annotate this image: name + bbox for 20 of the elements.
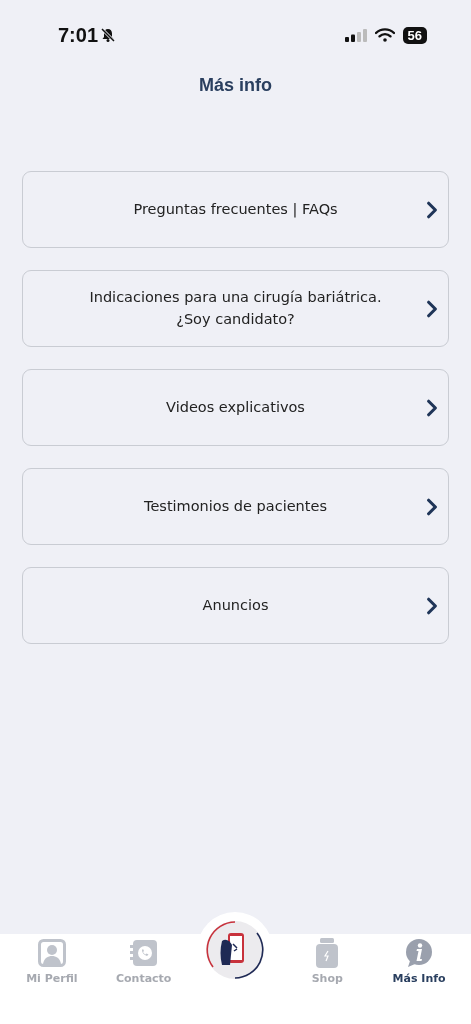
jar-icon: [315, 938, 340, 968]
wifi-icon: [374, 28, 395, 42]
info-icon: [405, 938, 434, 968]
chevron-right-icon: [426, 399, 438, 417]
tab-item[interactable]: Más Info: [379, 934, 460, 985]
chevron-right-icon: [426, 498, 438, 516]
signal-icon: [344, 28, 367, 42]
menu-item[interactable]: Indicaciones para una cirugía bariátrica. ¿Soy candidato?: [22, 270, 449, 347]
menu-item[interactable]: Testimonios de pacientes: [22, 468, 449, 545]
menu-item[interactable]: Videos explicativos: [22, 369, 449, 446]
menu-item[interactable]: Anuncios: [22, 567, 449, 644]
clock-time: 7:01: [58, 23, 99, 47]
person-icon: [37, 938, 66, 968]
screen-title: Más info: [199, 75, 272, 96]
phone-icon: [128, 938, 159, 968]
chevron-right-icon: [426, 300, 438, 318]
chevron-right-icon: [426, 201, 438, 219]
chevron-right-icon: [426, 597, 438, 615]
battery-indicator: 56: [402, 26, 427, 44]
menu-item[interactable]: Preguntas frecuentes | FAQs: [22, 171, 449, 248]
